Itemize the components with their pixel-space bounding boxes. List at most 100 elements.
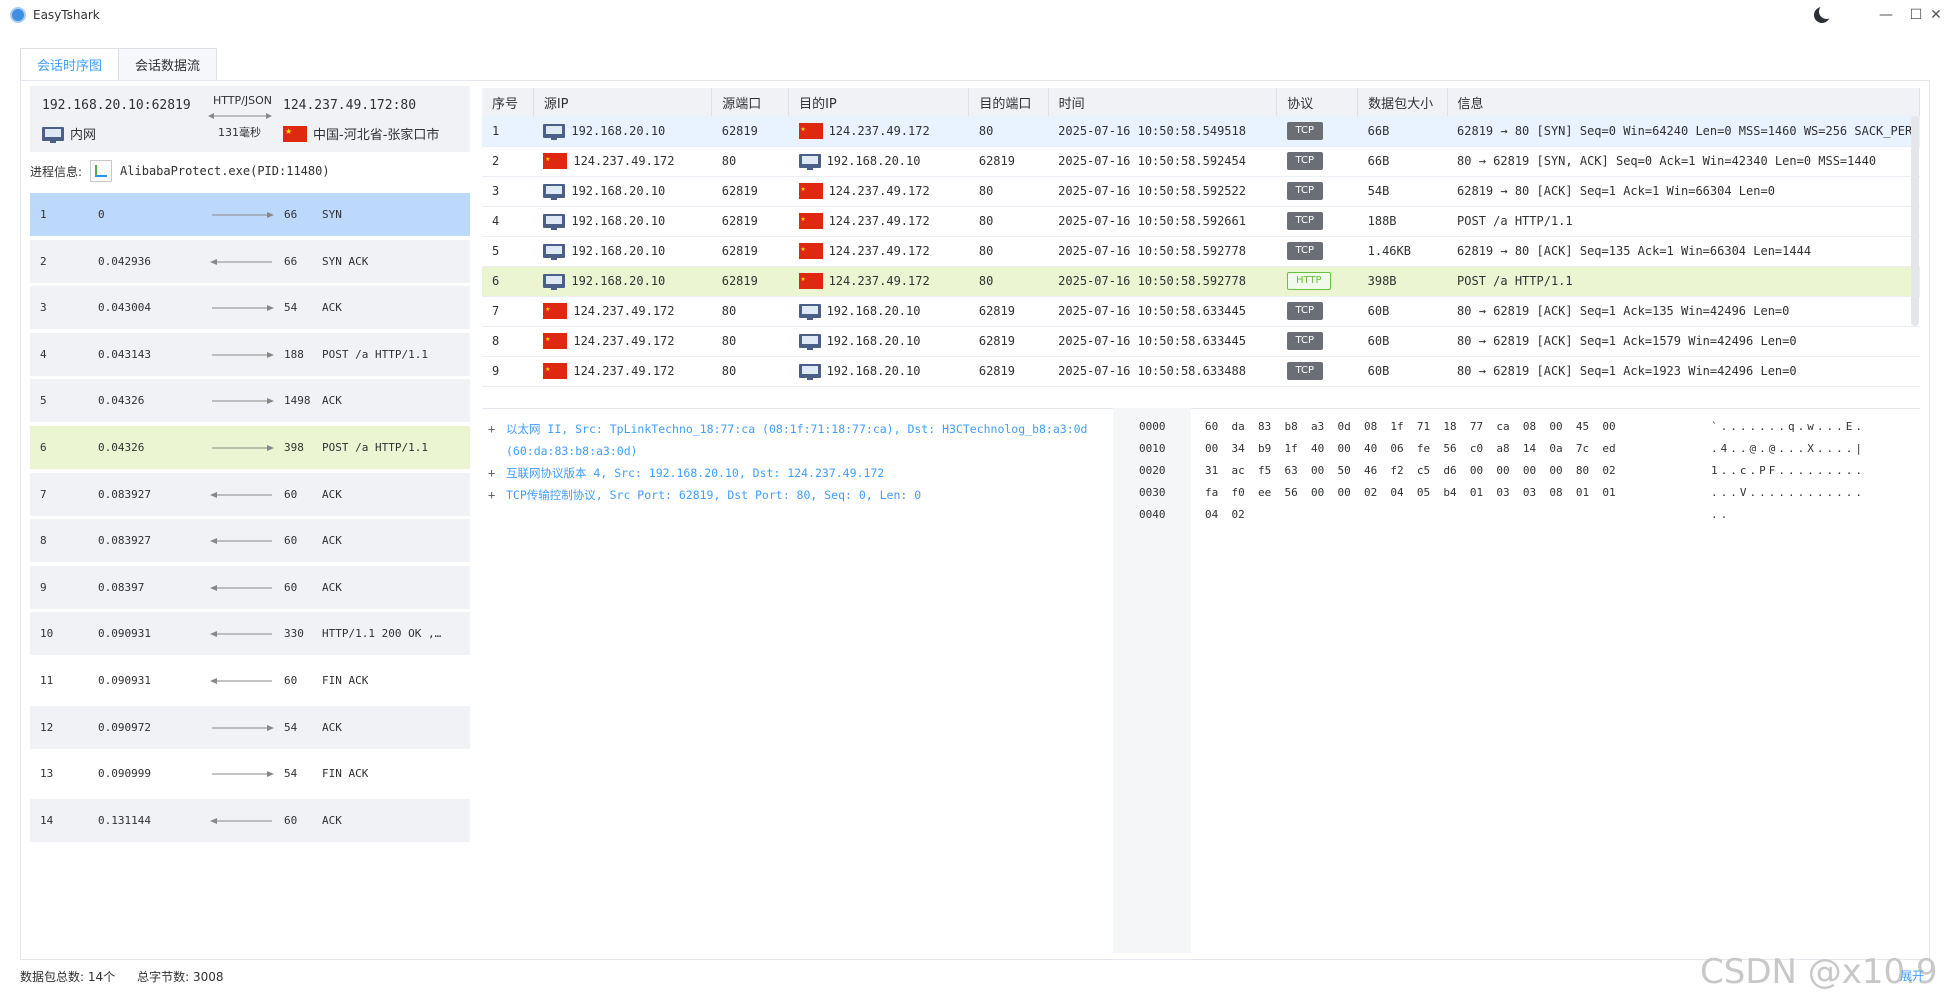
computer-icon — [798, 334, 821, 350]
arrow-left-icon — [210, 584, 272, 591]
sequence-row[interactable]: 13 0.090999 54 FIN ACK — [30, 752, 470, 796]
computer-icon — [798, 304, 821, 320]
sequence-row[interactable]: 7 0.083927 60 ACK — [30, 472, 470, 516]
ip-with-icon: 124.237.49.172 — [543, 363, 711, 379]
hex-byte-line[interactable]: 00 34 b9 1f 40 00 40 06 fe 56 c0 a8 14 0… — [1205, 442, 1616, 464]
timestamp: 2025-07-16 10:50:58.633445 — [1048, 296, 1277, 327]
source-ip-cell: 192.168.20.10 — [533, 236, 712, 267]
ip-address: 192.168.20.10 — [571, 214, 666, 228]
table-row[interactable]: 5 192.168.20.10 62819 124.237.49.172 802025-… — [482, 236, 1920, 267]
hex-byte-line[interactable]: 04 02 — [1205, 508, 1616, 530]
column-header[interactable]: 协议 — [1276, 88, 1359, 116]
arrow-right-icon — [212, 398, 274, 405]
tree-node-label: 以太网 II, Src: TpLinkTechno_18:77:ca (08:1… — [506, 422, 1088, 458]
china-flag-icon — [798, 183, 823, 199]
sequence-time: 0.04326 — [98, 394, 145, 408]
sequence-row[interactable]: 5 0.04326 1498 ACK — [30, 379, 470, 423]
sequence-time: 0.090972 — [98, 720, 151, 734]
column-header[interactable]: 源IP — [533, 88, 713, 116]
ip-with-icon: 192.168.20.10 — [543, 123, 711, 140]
sequence-row[interactable]: 1 0 66 SYN — [30, 193, 470, 236]
protocol-badge: TCP — [1286, 182, 1323, 200]
hex-byte-line[interactable]: 31 ac f5 63 00 50 46 f2 c5 d6 00 00 00 0… — [1205, 464, 1616, 486]
row-number: 8 — [482, 326, 534, 357]
expand-plus-icon[interactable]: + — [488, 462, 495, 484]
sequence-info: ACK — [322, 580, 342, 594]
ip-with-icon: 192.168.20.10 — [798, 364, 969, 380]
hex-ascii-line[interactable]: 1..c.PF......... — [1711, 464, 1865, 486]
expand-button[interactable]: 展开 — [1900, 967, 1924, 984]
tree-node[interactable]: + TCP传输控制协议, Src Port: 62819, Dst Port: 8… — [488, 484, 1108, 506]
close-button[interactable]: ✕ — [1926, 3, 1946, 27]
sequence-row[interactable]: 3 0.043004 54 ACK — [30, 286, 470, 330]
table-row[interactable]: 7 124.237.49.172 80 192.168.20.10 628192025-… — [482, 296, 1920, 327]
theme-toggle-moon-icon[interactable] — [1814, 4, 1834, 23]
sequence-row[interactable]: 14 0.131144 60 ACK — [30, 798, 470, 842]
source-ip-cell: 192.168.20.10 — [533, 266, 712, 297]
source-port: 80 — [711, 326, 789, 357]
hex-ascii-line[interactable]: .. — [1711, 508, 1865, 530]
tree-node[interactable]: + 以太网 II, Src: TpLinkTechno_18:77:ca (08:… — [488, 418, 1108, 462]
sequence-info: HTTP/1.1 200 OK ,… — [322, 627, 442, 641]
table-row[interactable]: 8 124.237.49.172 80 192.168.20.10 628192025-… — [482, 326, 1920, 357]
sequence-row[interactable]: 9 0.08397 60 ACK — [30, 565, 470, 609]
packet-size: 60B — [1357, 356, 1448, 387]
hex-ascii-line[interactable]: .4..@.@...X....| — [1711, 442, 1865, 464]
expand-plus-icon[interactable]: + — [488, 418, 495, 440]
table-row[interactable]: 3 192.168.20.10 62819 124.237.49.172 802025-… — [482, 176, 1920, 207]
table-scrollbar[interactable] — [1911, 116, 1919, 326]
sequence-time: 0.08397 — [98, 580, 145, 594]
sequence-time: 0.090931 — [98, 673, 151, 687]
column-header[interactable]: 目的IP — [788, 88, 970, 116]
tab-session-stream[interactable]: 会话数据流 — [118, 48, 218, 81]
sequence-time: 0.090999 — [98, 767, 151, 781]
sequence-number: 13 — [40, 767, 54, 781]
destination-port: 62819 — [968, 356, 1049, 387]
column-header[interactable]: 源端口 — [711, 88, 790, 116]
ip-address: 192.168.20.10 — [571, 184, 666, 198]
sequence-length: 398 — [284, 440, 304, 454]
china-flag-icon — [798, 122, 823, 139]
column-header[interactable]: 序号 — [482, 88, 534, 116]
column-header[interactable]: 目的端口 — [968, 88, 1049, 116]
column-header[interactable]: 时间 — [1048, 88, 1278, 116]
tree-node[interactable]: + 互联网协议版本 4, Src: 192.168.20.10, Dst: 124… — [488, 462, 1108, 484]
sequence-row[interactable]: 2 0.042936 66 SYN ACK — [30, 239, 470, 283]
destination-port: 62819 — [968, 326, 1049, 357]
table-row[interactable]: 9 124.237.49.172 80 192.168.20.10 628192025-… — [482, 356, 1920, 387]
table-row[interactable]: 2 124.237.49.172 80 192.168.20.10 628192025-… — [482, 146, 1920, 177]
computer-icon — [543, 214, 566, 230]
sequence-row[interactable]: 11 0.090931 60 FIN ACK — [30, 658, 470, 702]
ip-with-icon: 124.237.49.172 — [543, 303, 711, 319]
sequence-row[interactable]: 4 0.043143 188 POST /a HTTP/1.1 — [30, 332, 470, 376]
source-location: 内网 — [42, 124, 96, 143]
hex-byte-line[interactable]: fa f0 ee 56 00 00 02 04 05 b4 01 03 03 0… — [1205, 486, 1616, 508]
ip-with-icon: 124.237.49.172 — [798, 213, 969, 229]
table-row[interactable]: 4 192.168.20.10 62819 124.237.49.172 802025-… — [482, 206, 1920, 237]
computer-icon — [543, 184, 566, 200]
column-header[interactable]: 信息 — [1447, 88, 1920, 116]
ip-address: 192.168.20.10 — [826, 364, 921, 378]
row-number: 1 — [482, 116, 534, 147]
hex-byte-line[interactable]: 60 da 83 b8 a3 0d 08 1f 71 18 77 ca 08 0… — [1205, 420, 1616, 442]
packet-size: 66B — [1357, 116, 1448, 147]
sequence-row[interactable]: 8 0.083927 60 ACK — [30, 519, 470, 563]
session-header: 192.168.20.10:62819 HTTP/JSON 131毫秒 124.… — [30, 86, 470, 152]
ip-with-icon: 124.237.49.172 — [798, 273, 969, 289]
sequence-length: 54 — [284, 301, 298, 315]
hex-ascii-line[interactable]: `.......q.w...E. — [1711, 420, 1865, 442]
sequence-row[interactable]: 12 0.090972 54 ACK — [30, 705, 470, 749]
tree-node-label: 互联网协议版本 4, Src: 192.168.20.10, Dst: 124.… — [506, 466, 885, 480]
source-port: 62819 — [711, 116, 789, 147]
expand-plus-icon[interactable]: + — [488, 484, 495, 506]
protocol-badge: TCP — [1286, 121, 1323, 140]
destination-location: 中国-河北省-张家口市 — [283, 124, 439, 143]
sequence-row[interactable]: 6 0.04326 398 POST /a HTTP/1.1 — [30, 425, 470, 469]
hex-ascii-line[interactable]: ...V............ — [1711, 486, 1865, 508]
process-image-icon — [90, 160, 113, 182]
table-row[interactable]: 6 192.168.20.10 62819 124.237.49.172 802025-… — [482, 266, 1920, 297]
tab-session-sequence[interactable]: 会话时序图 — [20, 48, 120, 81]
table-row[interactable]: 1 192.168.20.10 62819 124.237.49.172 802025-… — [482, 116, 1920, 147]
column-header[interactable]: 数据包大小 — [1357, 88, 1448, 116]
sequence-row[interactable]: 10 0.090931 330 HTTP/1.1 200 OK ,… — [30, 612, 470, 656]
